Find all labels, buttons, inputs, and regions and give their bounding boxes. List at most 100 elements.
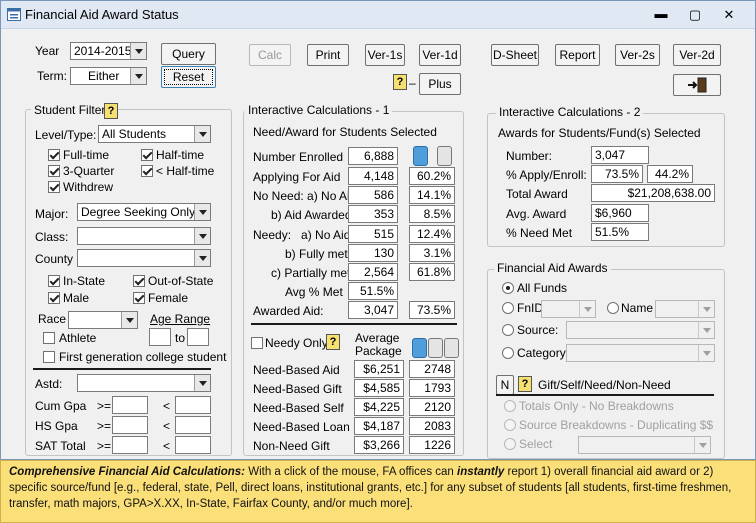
toggle-off-button[interactable] <box>437 146 452 166</box>
source-select[interactable] <box>566 321 715 339</box>
race-select[interactable] <box>68 311 138 329</box>
help-icon[interactable]: ? <box>518 376 532 392</box>
help-icon[interactable]: ? <box>393 74 407 90</box>
hsgpa-min-input[interactable] <box>112 416 148 434</box>
awarded-aid-count: 3,047 <box>348 301 398 319</box>
fulltime-checkbox[interactable] <box>48 149 60 161</box>
plus-button[interactable]: Plus <box>419 73 461 95</box>
calc1-row-label: Applying For Aid <box>253 170 341 184</box>
firstgen-checkbox[interactable] <box>43 351 55 363</box>
chevron-down-icon <box>121 312 137 328</box>
lthalf-checkbox[interactable] <box>141 165 153 177</box>
chevron-down-icon <box>698 345 714 361</box>
cumgpa-min-input[interactable] <box>112 396 148 414</box>
apply-enroll-label: % Apply/Enroll: <box>506 168 587 182</box>
lthalf-label: < Half-time <box>156 164 215 178</box>
caption-text-1: With a click of the mouse, FA offices ca… <box>245 466 458 478</box>
term-select[interactable]: Either <box>70 67 147 85</box>
report-button[interactable]: Report <box>555 44 600 66</box>
help-icon[interactable]: ? <box>326 334 340 350</box>
withdrew-checkbox[interactable] <box>48 181 60 193</box>
category-radio[interactable] <box>502 347 514 359</box>
term-label: Term: <box>37 69 67 83</box>
totals-only-label: Totals Only - No Breakdowns <box>519 399 674 413</box>
print-button[interactable]: Print <box>307 44 349 66</box>
class-select[interactable] <box>77 227 211 245</box>
toggle-off-button[interactable] <box>444 338 459 358</box>
major-select[interactable]: Degree Seeking Only <box>77 203 211 221</box>
all-funds-radio[interactable] <box>502 282 514 294</box>
pkg-row-amount: $6,251 <box>354 360 404 378</box>
reset-button[interactable]: Reset <box>161 66 216 88</box>
ver2d-button[interactable]: Ver-2d <box>673 44 721 66</box>
ver1d-button[interactable]: Ver-1d <box>419 44 461 66</box>
level-type-select[interactable]: All Students <box>98 125 211 143</box>
athlete-checkbox[interactable] <box>43 332 55 344</box>
caption-banner: Comprehensive Financial Aid Calculations… <box>0 460 756 523</box>
female-checkbox[interactable] <box>133 292 145 304</box>
cumgpa-lt-label: < <box>163 399 171 413</box>
male-checkbox[interactable] <box>48 292 60 304</box>
chevron-down-icon <box>130 68 146 84</box>
source-breakdowns-label: Source Breakdowns - Duplicating $$ <box>519 418 714 432</box>
race-label: Race <box>38 312 67 326</box>
pkg-row-label: Need-Based Self <box>253 401 344 415</box>
sat-ge-label: >= <box>97 439 112 453</box>
age-min-input[interactable] <box>149 328 171 346</box>
totals-only-radio[interactable] <box>504 400 516 412</box>
help-icon[interactable]: ? <box>104 103 118 119</box>
select-dropdown[interactable] <box>578 436 711 454</box>
avg-met-label: Avg % Met <box>285 285 343 299</box>
minimize-icon[interactable]: ▬ <box>651 6 671 21</box>
instate-checkbox[interactable] <box>48 275 60 287</box>
toggle-off-button[interactable] <box>428 338 443 358</box>
cumgpa-max-input[interactable] <box>175 396 211 414</box>
fulltime-label: Full-time <box>63 148 110 162</box>
calc-button[interactable]: Calc <box>249 44 291 66</box>
name-radio[interactable] <box>607 302 619 314</box>
chevron-down-icon <box>194 204 210 220</box>
county-label: County <box>35 252 74 266</box>
source-radio[interactable] <box>502 324 514 336</box>
category-select[interactable] <box>566 344 715 362</box>
toggle-on-button[interactable] <box>412 338 427 358</box>
ver2s-button[interactable]: Ver-2s <box>615 44 660 66</box>
maximize-icon[interactable]: ▢ <box>685 7 705 23</box>
threequarter-checkbox[interactable] <box>48 165 60 177</box>
needy-only-checkbox[interactable] <box>251 337 263 349</box>
halftime-checkbox[interactable] <box>141 149 153 161</box>
calc1-row-pct: 61.8% <box>409 263 455 281</box>
source-label: Source: <box>517 323 559 337</box>
source-breakdowns-radio[interactable] <box>504 419 516 431</box>
toggle-on-button[interactable] <box>413 146 428 166</box>
pkg-row-label: Need-Based Loan <box>253 420 350 434</box>
exit-button[interactable] <box>673 74 721 96</box>
hsgpa-max-input[interactable] <box>175 416 211 434</box>
sat-max-input[interactable] <box>175 436 211 454</box>
cumgpa-ge-label: >= <box>97 399 112 413</box>
astd-select[interactable] <box>77 374 211 392</box>
chevron-down-icon <box>694 437 710 453</box>
ver1s-button[interactable]: Ver-1s <box>365 44 405 66</box>
fnid-select[interactable] <box>541 300 596 318</box>
fnid-radio[interactable] <box>502 302 514 314</box>
calc1-row-count: 130 <box>348 244 398 262</box>
query-button[interactable]: Query <box>161 43 216 65</box>
title-bar: Financial Aid Award Status ▬ ▢ ✕ <box>1 1 755 29</box>
age-max-input[interactable] <box>187 328 209 346</box>
close-icon[interactable]: ✕ <box>719 7 739 23</box>
year-select[interactable]: 2014-2015 <box>70 42 147 60</box>
level-type-label: Level/Type: <box>35 128 97 142</box>
dsheet-button[interactable]: D-Sheet <box>491 44 539 66</box>
category-label: Category: <box>517 346 570 360</box>
county-select[interactable] <box>77 249 211 267</box>
avg-award-label: Avg. Award <box>506 207 567 221</box>
sat-min-input[interactable] <box>112 436 148 454</box>
pkg-row-count: 1226 <box>409 436 455 454</box>
outofstate-label: Out-of-State <box>148 274 214 288</box>
calc1-row-pct: 3.1% <box>409 244 455 262</box>
outofstate-checkbox[interactable] <box>133 275 145 287</box>
n-button[interactable]: N <box>496 375 514 395</box>
select-radio[interactable] <box>504 438 516 450</box>
name-select[interactable] <box>655 300 715 318</box>
